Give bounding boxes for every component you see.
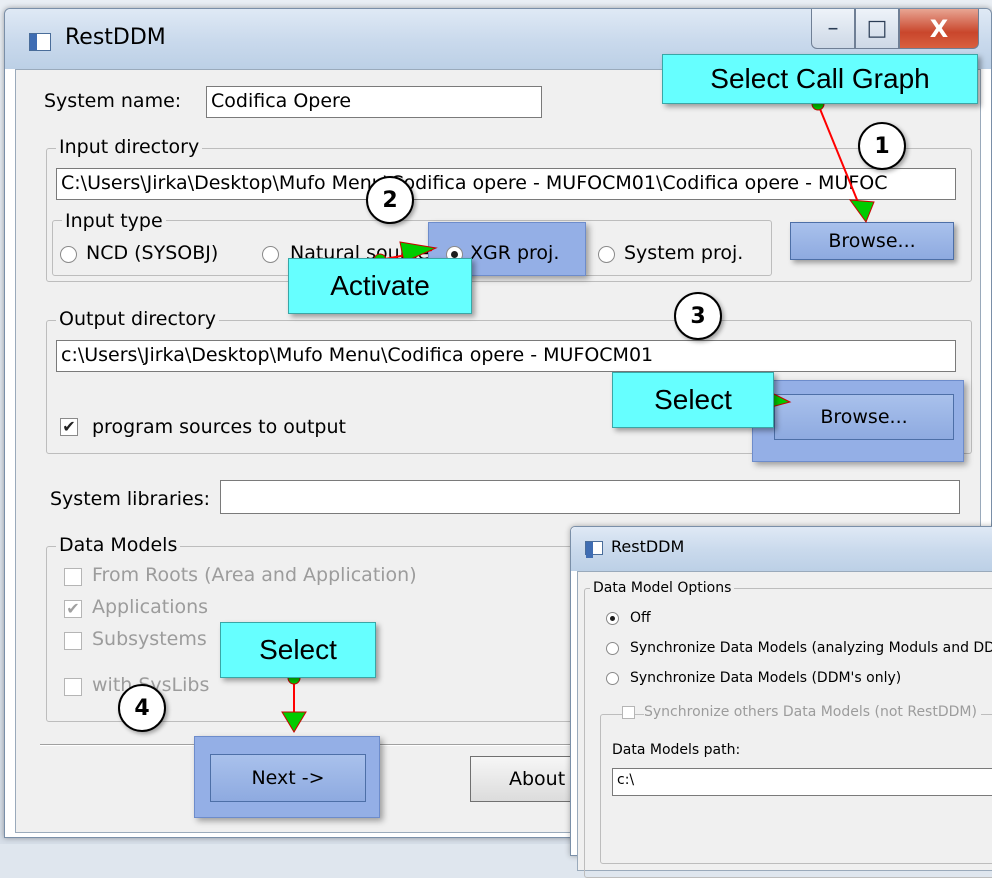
step-marker-1: 1 bbox=[858, 122, 906, 170]
arrow-head-call-graph bbox=[848, 199, 875, 224]
step-marker-4: 4 bbox=[118, 684, 166, 732]
arrow-head-select-next bbox=[281, 711, 307, 733]
callout-select-output: Select bbox=[612, 372, 774, 428]
callout-select-call-graph: Select Call Graph bbox=[662, 54, 978, 104]
step-marker-2: 2 bbox=[366, 176, 414, 224]
callout-select-next: Select bbox=[220, 622, 376, 678]
arrow-line-call-graph bbox=[817, 103, 863, 213]
callout-activate: Activate bbox=[288, 258, 472, 314]
step-marker-3: 3 bbox=[674, 292, 722, 340]
